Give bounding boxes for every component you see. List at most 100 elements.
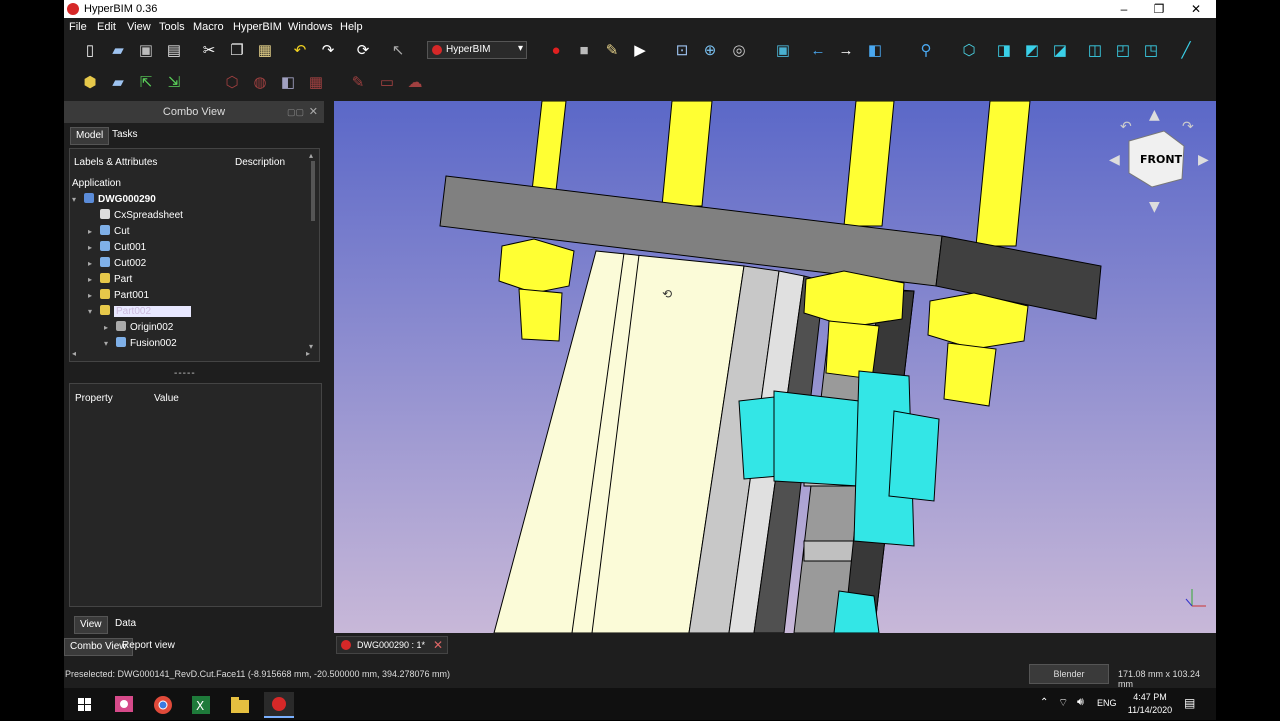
windows-start-icon[interactable] bbox=[70, 692, 100, 718]
chevron-right-icon[interactable]: ▸ bbox=[104, 320, 114, 336]
network-icon[interactable]: ⌔ bbox=[1058, 696, 1068, 710]
taskbar-app-icon[interactable] bbox=[109, 692, 139, 718]
3d-viewport[interactable]: ⟲ FRONT ◀ ▶ ▲ ▼ ↶ ↷ bbox=[334, 101, 1216, 633]
new-file-icon[interactable]: ▯ bbox=[80, 41, 100, 61]
scroll-up-icon[interactable]: ▴ bbox=[309, 151, 313, 160]
bim-grid-icon[interactable]: ▦ bbox=[306, 73, 326, 93]
chevron-right-icon[interactable]: ▸ bbox=[88, 224, 98, 240]
nav-right-arrow-icon[interactable]: ▶ bbox=[1198, 152, 1209, 168]
bounding-box-icon[interactable]: ▣ bbox=[773, 41, 793, 61]
top-view-icon[interactable]: ◩ bbox=[1022, 41, 1042, 61]
restore-button[interactable]: ❐ bbox=[1141, 0, 1177, 18]
part-icon[interactable]: ⬢ bbox=[80, 73, 100, 93]
minimize-button[interactable]: – bbox=[1106, 0, 1142, 18]
record-macro-icon[interactable]: ● bbox=[546, 41, 566, 61]
tree-item[interactable]: ▸ Cut bbox=[88, 224, 130, 240]
right-view-icon[interactable]: ◪ bbox=[1050, 41, 1070, 61]
close-button[interactable]: ✕ bbox=[1178, 0, 1214, 18]
draw-style-icon[interactable]: ◎ bbox=[729, 41, 749, 61]
group-icon[interactable]: ▰ bbox=[108, 73, 128, 93]
chevron-right-icon[interactable]: ▸ bbox=[88, 272, 98, 288]
nav-down-arrow-icon[interactable]: ▼ bbox=[1149, 199, 1160, 215]
nav-rotate-ccw-icon[interactable]: ↶ bbox=[1120, 119, 1132, 135]
refresh-icon[interactable]: ⟳ bbox=[353, 41, 373, 61]
tab-tasks[interactable]: Tasks bbox=[107, 127, 143, 143]
chevron-down-icon[interactable]: ▾ bbox=[88, 304, 98, 320]
cut-icon[interactable]: ✂ bbox=[199, 41, 219, 61]
panel-splitter[interactable]: ----- bbox=[174, 368, 196, 379]
model-tree[interactable]: Labels & Attributes Description Applicat… bbox=[69, 148, 320, 362]
menu-help[interactable]: Help bbox=[340, 21, 363, 33]
undo-icon[interactable]: ↶ bbox=[290, 41, 310, 61]
show-hidden-icons-icon[interactable]: ⌃ bbox=[1040, 697, 1048, 708]
run-macro-icon[interactable]: ▶ bbox=[630, 41, 650, 61]
chrome-icon[interactable] bbox=[148, 692, 178, 718]
left-view-icon[interactable]: ◳ bbox=[1141, 41, 1161, 61]
notifications-icon[interactable]: ▤ bbox=[1184, 696, 1195, 710]
hyperbim-taskbar-icon[interactable] bbox=[264, 692, 294, 718]
link-icon[interactable]: ⇱ bbox=[136, 73, 156, 93]
edit-macro-icon[interactable]: ✎ bbox=[602, 41, 622, 61]
stop-macro-icon[interactable]: ■ bbox=[574, 41, 594, 61]
excel-icon[interactable]: X bbox=[186, 692, 216, 718]
tree-item[interactable]: CxSpreadsheet bbox=[88, 208, 183, 224]
tree-item[interactable]: ▸ Part001 bbox=[88, 288, 149, 304]
bim-component-icon[interactable]: ◍ bbox=[250, 73, 270, 93]
tree-vertical-scrollbar[interactable]: ▴ ▾ bbox=[309, 151, 317, 361]
fit-selection-icon[interactable]: ⊕ bbox=[700, 41, 720, 61]
menu-file[interactable]: File bbox=[69, 21, 87, 33]
file-explorer-icon[interactable] bbox=[225, 692, 255, 718]
fit-all-icon[interactable]: ⊡ bbox=[672, 41, 692, 61]
bim-door-icon[interactable]: ◧ bbox=[278, 73, 298, 93]
float-icon[interactable]: ▢▢ bbox=[287, 101, 304, 123]
property-view[interactable]: Property Value bbox=[69, 383, 322, 607]
language-indicator[interactable]: ENG bbox=[1097, 698, 1117, 708]
menu-tools[interactable]: Tools bbox=[159, 21, 185, 33]
bottom-view-icon[interactable]: ◰ bbox=[1113, 41, 1133, 61]
zoom-icon[interactable]: ⚲ bbox=[916, 41, 936, 61]
bim-folder-icon[interactable]: ▭ bbox=[377, 73, 397, 93]
link-sub-icon[interactable]: ⇲ bbox=[164, 73, 184, 93]
chevron-down-icon[interactable]: ▾ bbox=[104, 336, 114, 352]
tree-item[interactable]: ▸ Part bbox=[88, 272, 132, 288]
menu-view[interactable]: View bbox=[127, 21, 151, 33]
scroll-right-icon[interactable]: ▸ bbox=[306, 349, 310, 358]
menu-hyperbim[interactable]: HyperBIM bbox=[233, 21, 282, 33]
forward-icon[interactable]: → bbox=[836, 41, 856, 61]
navigation-style-button[interactable]: Blender bbox=[1029, 664, 1109, 684]
clock[interactable]: 4:47 PM 11/14/2020 bbox=[1122, 691, 1178, 717]
scroll-left-icon[interactable]: ◂ bbox=[72, 349, 76, 358]
tree-item[interactable]: ▸ Cut001 bbox=[88, 240, 146, 256]
tree-header-description[interactable]: Description bbox=[235, 157, 285, 168]
std-views-icon[interactable]: ◧ bbox=[865, 41, 885, 61]
tab-data[interactable]: Data bbox=[110, 616, 141, 632]
document-tab[interactable]: DWG000290 : 1* ✕ bbox=[336, 636, 448, 654]
navcube-face-label[interactable]: FRONT bbox=[1140, 153, 1183, 166]
copy-icon[interactable]: ❐ bbox=[227, 41, 247, 61]
tab-model[interactable]: Model bbox=[70, 127, 110, 145]
tree-horizontal-scrollbar[interactable]: ◂ ▸ bbox=[72, 349, 310, 359]
close-tab-icon[interactable]: ✕ bbox=[433, 638, 443, 652]
chevron-right-icon[interactable]: ▸ bbox=[88, 288, 98, 304]
back-icon[interactable]: ← bbox=[808, 41, 828, 61]
tab-view[interactable]: View bbox=[74, 616, 108, 634]
tree-item[interactable]: ▸ Cut002 bbox=[88, 256, 146, 272]
bim-upload-icon[interactable]: ☁ bbox=[405, 73, 425, 93]
paste-icon[interactable]: ▦ bbox=[255, 41, 275, 61]
tree-item[interactable]: ▸ Origin002 bbox=[104, 320, 173, 336]
chevron-down-icon[interactable]: ▾ bbox=[72, 192, 82, 208]
measure-icon[interactable]: ╱ bbox=[1176, 41, 1196, 61]
tab-report-view[interactable]: Report view bbox=[117, 638, 180, 654]
isometric-icon[interactable]: ⬡ bbox=[959, 41, 979, 61]
save-icon[interactable]: ▣ bbox=[136, 41, 156, 61]
tree-item[interactable]: ▾ DWG000290 bbox=[72, 192, 156, 208]
rear-view-icon[interactable]: ◫ bbox=[1085, 41, 1105, 61]
workbench-selector[interactable]: HyperBIM ▾ bbox=[427, 41, 527, 59]
menu-windows[interactable]: Windows bbox=[288, 21, 333, 33]
volume-icon[interactable]: 🔊︎ bbox=[1077, 696, 1084, 709]
nav-up-arrow-icon[interactable]: ▲ bbox=[1149, 107, 1160, 123]
bim-edit-icon[interactable]: ✎ bbox=[348, 73, 368, 93]
3d-scene[interactable]: ⟲ FRONT ◀ ▶ ▲ ▼ ↶ ↷ bbox=[334, 101, 1216, 633]
front-view-icon[interactable]: ◨ bbox=[994, 41, 1014, 61]
menu-edit[interactable]: Edit bbox=[97, 21, 116, 33]
